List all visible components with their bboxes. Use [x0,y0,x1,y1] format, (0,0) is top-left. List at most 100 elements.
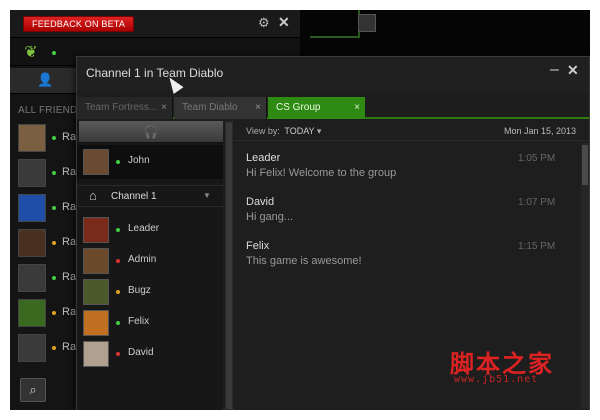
message-header: View by: TODAY ▾ Mon Jan 15, 2013 [234,121,589,141]
member-name: Bugz [128,285,151,296]
razer-logo-icon: ❦ [24,44,38,61]
friend-name: Ra [62,201,77,213]
close-icon[interactable]: ✕ [278,14,290,31]
tab-label: Team Diablo [182,102,238,113]
chevron-down-icon[interactable]: ▼ [203,191,211,200]
tab-label: CS Group [276,102,321,113]
avatar [358,14,376,32]
friend-name: Ra [62,166,77,178]
message-text: Hi gang... [246,211,294,223]
view-by-label: View by: [246,126,280,136]
avatar [18,124,46,152]
view-by-filter[interactable]: View by: TODAY ▾ [246,126,321,137]
date-label: Mon Jan 15, 2013 [504,126,577,136]
member-admin[interactable]: Admin [77,244,223,276]
member-panel: 🎧 John ⌂ Channel 1 ▼ Leader Admin Bugz Feli… [77,121,223,410]
avatar [18,334,46,362]
window-title: Channel 1 in Team Diablo [86,66,224,80]
avatar [18,264,46,292]
tab-cs-group[interactable]: CS Group × [268,97,365,119]
avatar [83,217,109,243]
status-dot [52,276,56,280]
close-icon[interactable]: ✕ [567,62,579,79]
chevron-down-icon[interactable]: ▾ [317,126,322,136]
message-author: David [246,196,275,208]
message-text: Hi Felix! Welcome to the group [246,167,397,179]
status-dot [52,346,56,350]
friend-name: Ra [62,341,77,353]
message-time: 1:15 PM [518,241,556,252]
avatar [83,310,109,336]
avatar [83,341,109,367]
feedback-button[interactable]: FEEDBACK ON BETA [23,16,135,32]
status-dot [116,321,120,325]
channel-row[interactable]: ⌂ Channel 1 ▼ [77,185,223,207]
message-author: Felix [246,240,270,252]
message-text: This game is awesome! [246,255,362,267]
tab-team-fortress[interactable]: Team Fortress... × [77,97,173,119]
member-name: David [128,347,154,358]
friend-name: Ra [62,306,77,318]
avatar [83,149,109,175]
minimize-icon[interactable]: – [550,61,559,79]
avatar [18,194,46,222]
status-dot [52,241,56,245]
friend-item[interactable]: Ra [18,264,78,294]
friend-item[interactable]: Ra [18,194,78,224]
all-friends-label: ALL FRIENDS [18,105,85,116]
avatar [18,229,46,257]
friend-item[interactable]: Ra [18,124,78,154]
watermark-url: www.jb51.net [454,374,539,385]
status-dot [116,259,120,263]
message-author: Leader [246,152,281,164]
tab-close-icon[interactable]: × [161,97,167,119]
search-icon[interactable]: ⌕ [20,378,46,402]
person-icon[interactable]: 👤 [37,72,53,88]
message-time: 1:07 PM [518,197,556,208]
tab-close-icon[interactable]: × [255,97,261,119]
status-dot [116,290,120,294]
channel-name: Channel 1 [111,191,157,202]
member-scrollbar-thumb[interactable] [226,123,232,409]
member-leader[interactable]: Leader [77,213,223,245]
voice-user[interactable]: John [77,145,223,179]
tab-label: Team Fortress... [85,102,158,113]
message-scrollbar-thumb[interactable] [582,145,588,185]
status-dot [52,171,56,175]
avatar [83,279,109,305]
home-icon: ⌂ [89,188,97,203]
status-dot [116,352,120,356]
message-time: 1:05 PM [518,153,556,164]
friend-item[interactable]: Ra [18,334,78,364]
avatar [18,159,46,187]
friend-item[interactable]: Ra [18,159,78,189]
voice-user-name: John [128,155,150,166]
member-david[interactable]: David [77,337,223,369]
gear-icon[interactable]: ⚙ [258,15,270,31]
tab-close-icon[interactable]: × [354,97,360,119]
status-dot [52,311,56,315]
member-bugz[interactable]: Bugz [77,275,223,307]
member-felix[interactable]: Felix [77,306,223,338]
tab-bar: Team Fortress... × Team Diablo × CS Grou… [77,97,589,119]
member-name: Felix [128,316,150,327]
message-item: David Hi gang... 1:07 PM [246,196,566,230]
message-item: Felix This game is awesome! 1:15 PM [246,240,566,274]
tab-team-diablo[interactable]: Team Diablo × [174,97,267,119]
member-name: Leader [128,223,160,234]
status-dot [52,136,56,140]
status-dot [52,206,56,210]
friend-item[interactable]: Ra [18,229,78,259]
headset-icon[interactable]: 🎧 [79,121,223,143]
avatar [83,248,109,274]
status-dot [116,228,120,232]
view-by-value[interactable]: TODAY [284,126,314,136]
bg-right-decoration [310,10,360,38]
status-dot [116,160,120,164]
friend-item[interactable]: Ra [18,299,78,329]
title-bar[interactable]: Channel 1 in Team Diablo – ✕ [77,57,589,91]
friend-name: Ra [62,271,77,283]
member-name: Admin [128,254,157,265]
message-item: Leader Hi Felix! Welcome to the group 1:05… [246,152,566,186]
avatar [18,299,46,327]
